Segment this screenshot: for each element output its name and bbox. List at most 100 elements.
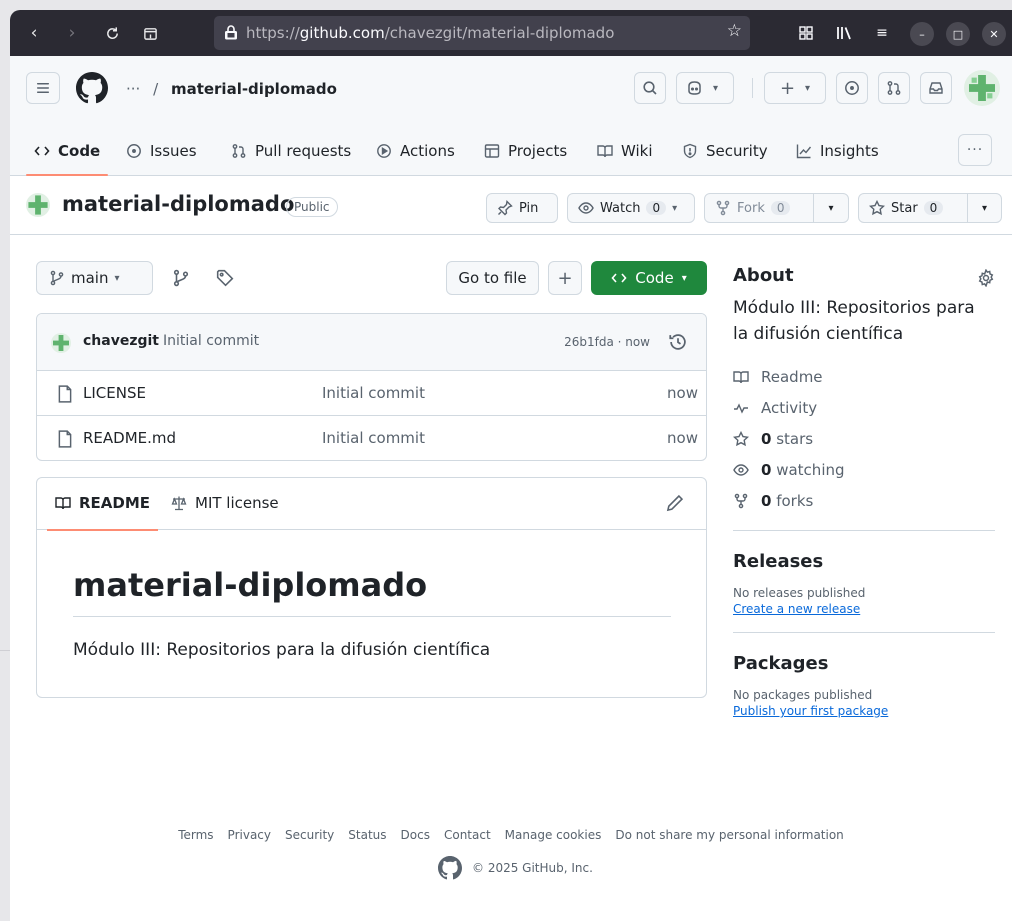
tab-wiki[interactable]: Wiki — [597, 126, 653, 176]
watch-button[interactable]: Watch 0 ▾ — [567, 193, 695, 223]
tab-pull-requests[interactable]: Pull requests — [231, 126, 351, 176]
breadcrumb-ellipsis[interactable]: ··· — [126, 80, 140, 98]
url-bar[interactable]: https://github.com/chavezgit/material-di… — [214, 16, 750, 50]
file-name[interactable]: LICENSE — [83, 384, 146, 402]
book-icon — [597, 145, 613, 158]
url-prefix: https:// — [246, 24, 300, 42]
create-release-link[interactable]: Create a new release — [733, 602, 995, 616]
copilot-button[interactable]: ▾ — [676, 72, 734, 104]
footer-link-do-not-share[interactable]: Do not share my personal information — [615, 828, 843, 842]
footer-link-docs[interactable]: Docs — [401, 828, 430, 842]
file-row[interactable]: LICENSE Initial commit now — [37, 371, 706, 416]
more-tabs-button[interactable]: ··· — [958, 134, 992, 166]
history-icon[interactable] — [668, 332, 688, 352]
inbox-button[interactable] — [920, 72, 952, 104]
identicon-icon — [51, 333, 71, 353]
back-icon[interactable]: ‹ — [20, 19, 48, 47]
book-icon — [55, 497, 71, 510]
forks-link[interactable]: 0 forks — [733, 485, 995, 516]
repo-nav-tabs: Code Issues Pull requests Actions Projec… — [10, 126, 1012, 176]
issues-button[interactable] — [836, 72, 868, 104]
file-icon — [58, 430, 72, 448]
repo-owner-avatar[interactable] — [26, 193, 50, 217]
maximize-window-icon[interactable]: □ — [946, 22, 970, 46]
menu-hamburger-icon[interactable]: ≡ — [870, 22, 894, 44]
star-button[interactable]: Star 0 — [858, 193, 968, 223]
github-logo-icon[interactable] — [76, 72, 108, 104]
close-window-icon[interactable]: ✕ — [982, 22, 1006, 46]
footer-link-terms[interactable]: Terms — [178, 828, 213, 842]
packages-title[interactable]: Packages — [733, 653, 995, 674]
file-row[interactable]: README.md Initial commit now — [37, 416, 706, 460]
file-name[interactable]: README.md — [83, 429, 176, 447]
publish-package-link[interactable]: Publish your first package — [733, 704, 995, 718]
fork-dropdown-button[interactable]: ▾ — [813, 193, 849, 223]
releases-title[interactable]: Releases — [733, 551, 995, 572]
pull-requests-button[interactable] — [878, 72, 910, 104]
readme-link-label: Readme — [761, 367, 823, 386]
pencil-icon[interactable] — [666, 494, 684, 512]
readme-link[interactable]: Readme — [733, 361, 995, 392]
global-menu-button[interactable] — [26, 72, 60, 104]
fork-label: Fork — [737, 200, 765, 216]
tab-security[interactable]: Security — [682, 126, 768, 176]
commit-sha-time[interactable]: 26b1fda · now — [564, 335, 650, 349]
code-icon — [611, 273, 627, 283]
footer-link-privacy[interactable]: Privacy — [228, 828, 271, 842]
star-label: Star — [891, 200, 918, 216]
library-icon[interactable] — [832, 22, 856, 44]
url-host: github.com — [299, 24, 385, 42]
footer-link-contact[interactable]: Contact — [444, 828, 491, 842]
tab-projects[interactable]: Projects — [484, 126, 567, 176]
stars-link[interactable]: 0 stars — [733, 423, 995, 454]
code-dropdown-button[interactable]: Code ▾ — [591, 261, 707, 295]
tab-insights[interactable]: Insights — [796, 126, 879, 176]
footer-link-manage-cookies[interactable]: Manage cookies — [505, 828, 602, 842]
gear-icon[interactable] — [977, 269, 995, 287]
pocket-icon[interactable] — [136, 19, 164, 47]
releases-empty-text: No releases published — [733, 586, 866, 600]
pulse-icon — [734, 402, 748, 414]
watch-label: Watch — [600, 200, 641, 216]
bookmark-star-icon[interactable]: ☆ — [727, 21, 742, 41]
watching-link[interactable]: 0 watching — [733, 454, 995, 485]
file-commit-message[interactable]: Initial commit — [322, 384, 425, 402]
star-dropdown-button[interactable]: ▾ — [967, 193, 1002, 223]
commit-author[interactable]: chavezgit — [83, 333, 159, 349]
fork-button[interactable]: Fork 0 — [704, 193, 814, 223]
commit-message[interactable]: Initial commit — [163, 333, 259, 349]
branches-icon[interactable] — [172, 269, 192, 289]
breadcrumb-repo[interactable]: material-diplomado — [171, 80, 337, 98]
tab-license[interactable]: MIT license — [171, 494, 279, 512]
pin-button[interactable]: Pin — [486, 193, 558, 223]
activity-link[interactable]: Activity — [733, 392, 995, 423]
tab-actions[interactable]: Actions — [376, 126, 455, 176]
forward-icon[interactable]: › — [58, 19, 86, 47]
repo-title[interactable]: material-diplomado — [62, 192, 294, 216]
file-commit-message[interactable]: Initial commit — [322, 429, 425, 447]
github-logo-icon[interactable] — [438, 856, 462, 880]
kebab-horizontal-icon: ··· — [966, 142, 984, 158]
footer-link-status[interactable]: Status — [348, 828, 386, 842]
add-file-button[interactable]: + — [548, 261, 582, 295]
tag-icon[interactable] — [216, 269, 236, 289]
minimize-window-icon[interactable]: – — [910, 22, 934, 46]
search-icon — [643, 81, 657, 95]
extensions-grid-icon[interactable] — [794, 22, 818, 44]
tab-readme[interactable]: README — [46, 494, 159, 531]
chevron-down-icon: ▾ — [981, 202, 988, 214]
tab-code[interactable]: Code — [25, 126, 109, 176]
reload-icon[interactable] — [98, 19, 126, 47]
commit-author-avatar[interactable] — [51, 333, 71, 353]
star-icon — [733, 430, 749, 446]
github-header: ··· / material-diplomado ▾ + ▾ Code Issu… — [10, 56, 1012, 176]
create-new-button[interactable]: + ▾ — [764, 72, 826, 104]
chevron-down-icon: ▾ — [805, 82, 811, 94]
chevron-down-icon: ▾ — [713, 82, 719, 94]
footer-link-security[interactable]: Security — [285, 828, 334, 842]
user-avatar[interactable] — [964, 70, 1000, 106]
tab-issues[interactable]: Issues — [126, 126, 197, 176]
go-to-file-button[interactable]: Go to file — [446, 261, 539, 295]
branch-selector[interactable]: main ▾ — [36, 261, 153, 295]
search-button[interactable] — [634, 72, 666, 104]
